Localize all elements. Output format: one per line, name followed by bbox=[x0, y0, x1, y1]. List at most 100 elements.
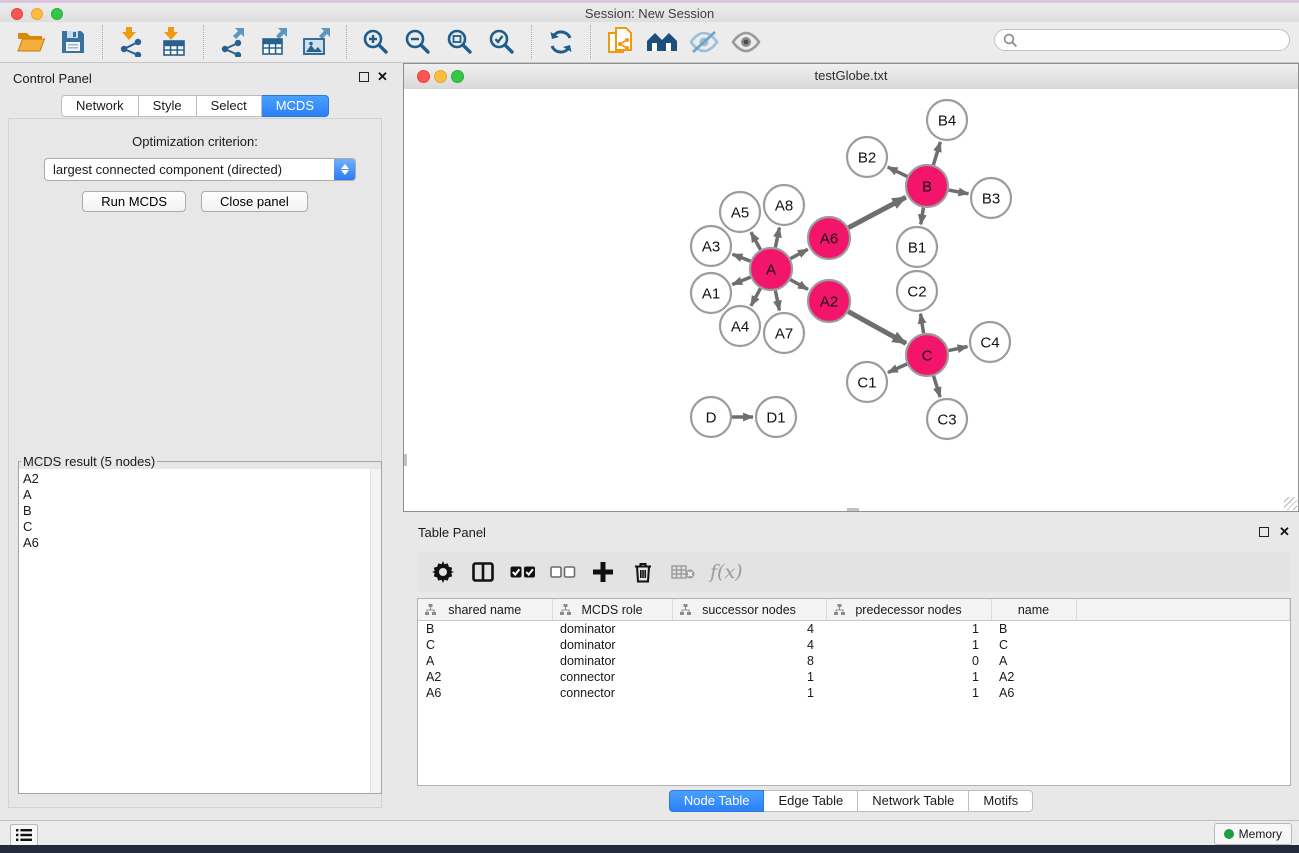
zoom-out-icon[interactable] bbox=[401, 25, 435, 59]
run-mcds-button[interactable]: Run MCDS bbox=[82, 191, 186, 212]
memory-button[interactable]: Memory bbox=[1214, 823, 1292, 845]
table-cell[interactable]: A6 bbox=[991, 685, 1076, 701]
canvas-scroll-thumb-horizontal[interactable] bbox=[847, 508, 859, 511]
mcds-result-item[interactable]: C bbox=[23, 519, 381, 535]
clone-network-icon[interactable] bbox=[603, 25, 637, 59]
close-table-panel-icon[interactable]: ✕ bbox=[1279, 524, 1290, 540]
table-cell[interactable]: 1 bbox=[826, 621, 991, 638]
mcds-result-item[interactable]: B bbox=[23, 503, 381, 519]
select-all-rows-icon[interactable] bbox=[510, 559, 536, 585]
table-cell[interactable]: 1 bbox=[826, 669, 991, 685]
table-cell[interactable]: A6 bbox=[418, 685, 552, 701]
graph-edge-A-A4[interactable] bbox=[751, 288, 761, 305]
float-panel-icon[interactable] bbox=[359, 72, 369, 82]
export-network-icon[interactable] bbox=[216, 25, 250, 59]
float-table-panel-icon[interactable] bbox=[1259, 527, 1269, 537]
refresh-layout-icon[interactable] bbox=[544, 25, 578, 59]
table-cell[interactable]: A bbox=[418, 653, 552, 669]
table-cell[interactable]: dominator bbox=[552, 621, 672, 638]
table-row[interactable]: A2connector11A2 bbox=[418, 669, 1290, 685]
table-cell[interactable]: 1 bbox=[826, 637, 991, 653]
function-builder-icon[interactable]: f(x) bbox=[710, 561, 743, 583]
zoom-in-icon[interactable] bbox=[359, 25, 393, 59]
mcds-result-item[interactable]: A2 bbox=[23, 471, 381, 487]
delete-table-icon[interactable] bbox=[670, 559, 696, 585]
tab-mcds[interactable]: MCDS bbox=[262, 95, 329, 117]
table-cell[interactable]: A2 bbox=[991, 669, 1076, 685]
graph-edge-A2-C[interactable] bbox=[848, 312, 906, 344]
graph-edge-B-B1[interactable] bbox=[921, 208, 924, 225]
add-icon[interactable] bbox=[590, 559, 616, 585]
graph-edge-B-B2[interactable] bbox=[888, 167, 907, 176]
show-column-icon[interactable] bbox=[470, 559, 496, 585]
open-session-icon[interactable] bbox=[14, 25, 48, 59]
export-image-icon[interactable] bbox=[300, 25, 334, 59]
table-cell[interactable]: dominator bbox=[552, 637, 672, 653]
graph-edge-A-A2[interactable] bbox=[790, 280, 808, 290]
tab-select[interactable]: Select bbox=[197, 95, 262, 117]
table-cell[interactable]: B bbox=[418, 621, 552, 638]
table-row[interactable]: Bdominator41B bbox=[418, 621, 1290, 638]
close-panel-icon[interactable]: ✕ bbox=[377, 69, 388, 85]
graph-edge-A-A7[interactable] bbox=[775, 291, 779, 311]
graph-edge-A-A5[interactable] bbox=[751, 232, 761, 249]
table-settings-icon[interactable] bbox=[430, 559, 456, 585]
tab-network[interactable]: Network bbox=[61, 95, 139, 117]
graph-edge-A-A8[interactable] bbox=[775, 228, 779, 248]
task-history-button[interactable] bbox=[10, 824, 38, 846]
graph-edge-C-C4[interactable] bbox=[949, 347, 968, 351]
tab-edge-table[interactable]: Edge Table bbox=[764, 790, 858, 812]
tab-style[interactable]: Style bbox=[139, 95, 197, 117]
resize-grip-icon[interactable] bbox=[1284, 497, 1297, 510]
table-cell[interactable]: B bbox=[991, 621, 1076, 638]
table-cell[interactable]: 1 bbox=[826, 685, 991, 701]
mcds-result-item[interactable]: A6 bbox=[23, 535, 381, 551]
search-input[interactable] bbox=[1018, 32, 1272, 49]
table-cell[interactable]: connector bbox=[552, 669, 672, 685]
import-table-icon[interactable] bbox=[157, 25, 191, 59]
graph-edge-A6-B[interactable] bbox=[848, 197, 905, 227]
close-panel-button[interactable]: Close panel bbox=[201, 191, 308, 212]
import-network-icon[interactable] bbox=[115, 25, 149, 59]
graph-edge-C-C1[interactable] bbox=[888, 364, 907, 373]
zoom-fit-icon[interactable] bbox=[443, 25, 477, 59]
table-cell[interactable]: C bbox=[991, 637, 1076, 653]
search-field[interactable] bbox=[994, 29, 1290, 51]
table-row[interactable]: Adominator80A bbox=[418, 653, 1290, 669]
tab-network-table[interactable]: Network Table bbox=[858, 790, 969, 812]
column-header-successor-nodes[interactable]: successor nodes bbox=[672, 599, 826, 621]
table-cell[interactable]: 1 bbox=[672, 669, 826, 685]
delete-icon[interactable] bbox=[630, 559, 656, 585]
table-cell[interactable]: 4 bbox=[672, 621, 826, 638]
table-cell[interactable]: 4 bbox=[672, 637, 826, 653]
zoom-selected-icon[interactable] bbox=[485, 25, 519, 59]
table-cell[interactable]: A2 bbox=[418, 669, 552, 685]
table-cell[interactable]: A bbox=[991, 653, 1076, 669]
table-row[interactable]: Cdominator41C bbox=[418, 637, 1290, 653]
column-header-predecessor-nodes[interactable]: predecessor nodes bbox=[826, 599, 991, 621]
deselect-all-rows-icon[interactable] bbox=[550, 559, 576, 585]
first-neighbors-icon[interactable] bbox=[645, 25, 679, 59]
tab-motifs[interactable]: Motifs bbox=[969, 790, 1033, 812]
canvas-scroll-thumb-vertical[interactable] bbox=[404, 454, 407, 466]
show-all-icon[interactable] bbox=[729, 25, 763, 59]
optimization-criterion-select[interactable]: largest connected component (directed) bbox=[44, 158, 356, 181]
column-header-name[interactable]: name bbox=[991, 599, 1076, 621]
graph-edge-C-C3[interactable] bbox=[934, 376, 941, 397]
mcds-result-item[interactable]: A bbox=[23, 487, 381, 503]
column-header-mcds-role[interactable]: MCDS role bbox=[552, 599, 672, 621]
table-row[interactable]: A6connector11A6 bbox=[418, 685, 1290, 701]
save-session-icon[interactable] bbox=[56, 25, 90, 59]
graph-edge-C-C2[interactable] bbox=[921, 314, 924, 334]
network-canvas[interactable]: AA1A2A3A4A5A6A7A8BB1B2B3B4CC1C2C3C4DD1 bbox=[404, 89, 1298, 511]
table-cell[interactable]: 0 bbox=[826, 653, 991, 669]
graph-edge-A-A1[interactable] bbox=[732, 277, 750, 284]
hide-selected-icon[interactable] bbox=[687, 25, 721, 59]
table-cell[interactable]: connector bbox=[552, 685, 672, 701]
column-header-shared-name[interactable]: shared name bbox=[418, 599, 552, 621]
table-cell[interactable]: C bbox=[418, 637, 552, 653]
table-cell[interactable]: 1 bbox=[672, 685, 826, 701]
tab-node-table[interactable]: Node Table bbox=[669, 790, 765, 812]
table-cell[interactable]: dominator bbox=[552, 653, 672, 669]
table-cell[interactable]: 8 bbox=[672, 653, 826, 669]
